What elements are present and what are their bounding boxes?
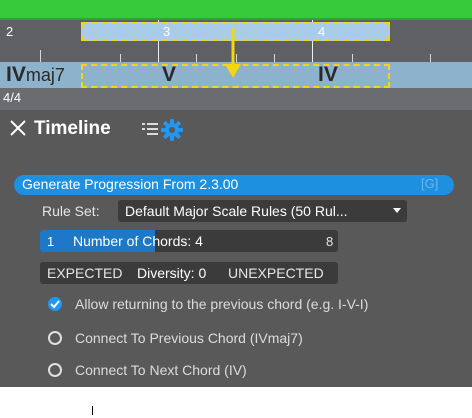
diversity-left-label: EXPECTED	[47, 265, 123, 281]
dropdown-arrow-icon	[393, 208, 401, 213]
diversity-label: Diversity: 0	[137, 265, 207, 281]
text-cursor	[92, 406, 93, 415]
option-connect-previous[interactable]: Connect To Previous Chord (IVmaj7)	[75, 330, 303, 346]
radio-icon[interactable]	[48, 363, 62, 377]
list-icon[interactable]	[142, 122, 158, 136]
generate-shortcut: [G]	[421, 176, 439, 191]
panel-title: Timeline	[34, 118, 111, 139]
gear-icon[interactable]	[161, 119, 183, 141]
rule-set-value: Default Major Scale Rules (50 Rul...	[125, 203, 348, 219]
close-icon[interactable]	[8, 118, 28, 138]
radio-icon[interactable]	[48, 331, 62, 345]
chord-ivmaj7[interactable]: IVmaj7	[6, 63, 65, 87]
option-connect-next[interactable]: Connect To Next Chord (IV)	[75, 362, 247, 378]
generate-progression-label: Generate Progression From 2.3.00	[22, 176, 239, 192]
bar-number-4: 4	[318, 24, 326, 39]
rule-set-label: Rule Set:	[42, 203, 100, 219]
option-allow-returning[interactable]: Allow returning to the previous chord (e…	[75, 296, 368, 312]
time-signature: 4/4	[3, 90, 22, 105]
diversity-right-label: UNEXPECTED	[228, 265, 324, 281]
bar-number-2: 2	[6, 24, 14, 39]
check-icon[interactable]	[48, 297, 62, 311]
top-green-bar	[0, 0, 472, 20]
chord-v[interactable]: V	[162, 63, 176, 87]
chords-max: 8	[326, 234, 334, 249]
chords-min: 1	[47, 234, 55, 249]
time-signature-row	[0, 88, 472, 110]
chord-iv[interactable]: IV	[318, 63, 338, 87]
arrow-down-icon	[225, 28, 241, 78]
chords-label: Number of Chords: 4	[73, 233, 203, 249]
bar-number-3: 3	[163, 24, 171, 39]
